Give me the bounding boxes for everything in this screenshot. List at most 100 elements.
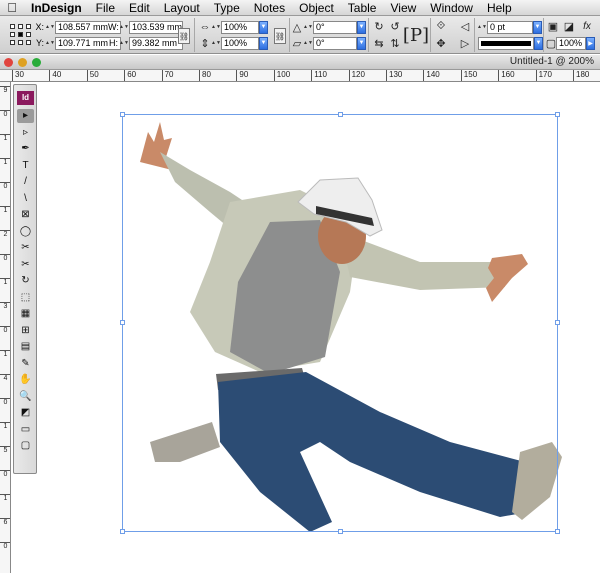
menu-indesign[interactable]: InDesign [24, 1, 89, 15]
reference-point-grid[interactable] [10, 24, 32, 46]
handle-middle-right[interactable] [555, 320, 560, 325]
opacity-input[interactable]: 100% [556, 36, 586, 50]
pen-tool-icon[interactable]: ✒ [17, 142, 34, 156]
ruler-label: 130 [386, 70, 402, 81]
shear-field[interactable]: ▲▼ 0° ▼ [303, 36, 366, 50]
flip-vertical-icon[interactable]: ⇅ [388, 36, 402, 50]
rotate-tool-icon[interactable]: ↻ [17, 274, 34, 288]
ruler-label: 0 [0, 182, 10, 191]
shear-dropdown[interactable]: ▼ [357, 36, 366, 50]
stroke-weight-input[interactable]: 0 pt [487, 20, 533, 34]
fill-stroke-icon[interactable]: ◩ [17, 406, 34, 420]
hand-tool-icon[interactable]: ✋ [17, 373, 34, 387]
pencil-tool-icon[interactable]: / [17, 175, 34, 189]
stroke-type-field[interactable]: ▼ [478, 36, 543, 50]
select-previous-icon[interactable]: ◁ [458, 19, 472, 33]
rotate-dropdown[interactable]: ▼ [357, 20, 366, 34]
preview-mode-icon[interactable]: ▢ [17, 439, 34, 453]
type-tool-icon[interactable]: T [17, 159, 34, 173]
handle-top-right[interactable] [555, 112, 560, 117]
select-content-icon[interactable]: ✥ [434, 36, 448, 50]
height-field[interactable]: H: ▲▼ 99.382 mm [108, 36, 183, 50]
scale-x-input[interactable]: 100% [221, 20, 259, 34]
width-input[interactable]: 103.539 mm [129, 20, 183, 34]
gradient-feather-tool-icon[interactable]: ⊞ [17, 324, 34, 338]
rotate-cw-icon[interactable]: ↻ [372, 19, 386, 33]
vertical-ruler[interactable]: 9 0 1 1 0 1 2 0 1 3 0 1 4 0 1 5 0 1 6 0 [0, 82, 11, 573]
menu-notes[interactable]: Notes [247, 1, 292, 15]
handle-bottom-right[interactable] [555, 529, 560, 534]
rotate-input[interactable]: 0° [313, 20, 357, 34]
flip-horizontal-icon[interactable]: ⇆ [372, 36, 386, 50]
close-window-button[interactable] [4, 58, 13, 67]
constrain-scale-icon[interactable]: ⛓ [274, 28, 286, 44]
zoom-tool-icon[interactable]: 🔍 [17, 390, 34, 404]
ruler-label: 1 [0, 494, 10, 503]
ruler-label: 170 [535, 70, 552, 81]
scale-y-field[interactable]: ▲▼ 100% ▼ [211, 36, 268, 50]
menu-layout[interactable]: Layout [157, 1, 207, 15]
scale-y-icon: ⇕ [200, 37, 210, 50]
menu-help[interactable]: Help [480, 1, 519, 15]
opacity-field[interactable]: 100% ▶ [556, 36, 595, 50]
menu-view[interactable]: View [383, 1, 423, 15]
gradient-tool-icon[interactable]: ▦ [17, 307, 34, 321]
apple-icon[interactable]:  [0, 0, 24, 15]
select-container-icon[interactable]: ⟐ [434, 19, 448, 33]
scale-y-dropdown[interactable]: ▼ [259, 36, 268, 50]
direct-selection-tool-icon[interactable]: ▹ [17, 126, 34, 140]
ruler-label: 110 [311, 70, 327, 81]
select-next-icon[interactable]: ▷ [458, 36, 472, 50]
ruler-label: 0 [0, 398, 10, 407]
rectangle-frame-tool-icon[interactable]: ⊠ [17, 208, 34, 222]
ellipse-tool-icon[interactable]: ◯ [17, 225, 34, 239]
rotate-field[interactable]: ▲▼ 0° ▼ [303, 20, 366, 34]
menu-object[interactable]: Object [292, 1, 341, 15]
normal-view-icon[interactable]: ▭ [17, 423, 34, 437]
ruler-label: 0 [0, 110, 10, 119]
scale-x-field[interactable]: ▲▼ 100% ▼ [211, 20, 268, 34]
stroke-weight-dropdown[interactable]: ▼ [533, 20, 542, 34]
width-field[interactable]: W: ▲▼ 103.539 mm [108, 20, 183, 34]
handle-top-center[interactable] [338, 112, 343, 117]
stroke-weight-field[interactable]: ▲▼ 0 pt ▼ [477, 20, 542, 34]
stroke-type-dropdown[interactable]: ▼ [534, 36, 543, 50]
constrain-proportions-icon[interactable]: ⛓ [178, 28, 190, 44]
handle-middle-left[interactable] [120, 320, 125, 325]
text-direction-p-icon[interactable]: [P] [403, 24, 429, 46]
selected-graphic-frame[interactable] [122, 114, 558, 532]
ruler-label: 140 [423, 70, 440, 81]
effects-fx-icon[interactable]: fx [580, 19, 594, 33]
eyedropper-tool-icon[interactable]: ✎ [17, 357, 34, 371]
menu-edit[interactable]: Edit [122, 1, 157, 15]
handle-top-left[interactable] [120, 112, 125, 117]
rotate-ccw-icon[interactable]: ↺ [388, 19, 402, 33]
menu-file[interactable]: File [89, 1, 122, 15]
handle-bottom-left[interactable] [120, 529, 125, 534]
note-tool-icon[interactable]: ▤ [17, 340, 34, 354]
minimize-window-button[interactable] [18, 58, 27, 67]
line-tool-icon[interactable]: \ [17, 192, 34, 206]
ruler-label: 5 [0, 446, 10, 455]
opacity-dropdown[interactable]: ▶ [586, 36, 595, 50]
menu-window[interactable]: Window [423, 1, 480, 15]
scale-x-dropdown[interactable]: ▼ [259, 20, 268, 34]
horizontal-ruler[interactable]: 30 40 50 60 70 80 90 100 110 120 130 140 150 160 170 18… [10, 70, 600, 82]
ruler-label: 1 [0, 278, 10, 287]
handle-bottom-center[interactable] [338, 529, 343, 534]
fitting-icon[interactable]: ▣ [546, 19, 560, 33]
button-tool-icon[interactable]: ✂ [17, 258, 34, 272]
ruler-label: 120 [348, 70, 365, 81]
scissors-tool-icon[interactable]: ✂ [17, 241, 34, 255]
menu-type[interactable]: Type [207, 1, 247, 15]
ruler-label: 0 [0, 542, 10, 551]
selection-tool-icon[interactable]: ▸ [17, 109, 34, 123]
drop-shadow-icon[interactable]: ◪ [562, 19, 576, 33]
scale-y-input[interactable]: 100% [221, 36, 259, 50]
shear-input[interactable]: 0° [313, 36, 357, 50]
stroke-type-select[interactable] [478, 36, 534, 50]
scale-tool-icon[interactable]: ⬚ [17, 291, 34, 305]
menu-table[interactable]: Table [341, 1, 384, 15]
zoom-window-button[interactable] [32, 58, 41, 67]
height-input[interactable]: 99.382 mm [129, 36, 183, 50]
